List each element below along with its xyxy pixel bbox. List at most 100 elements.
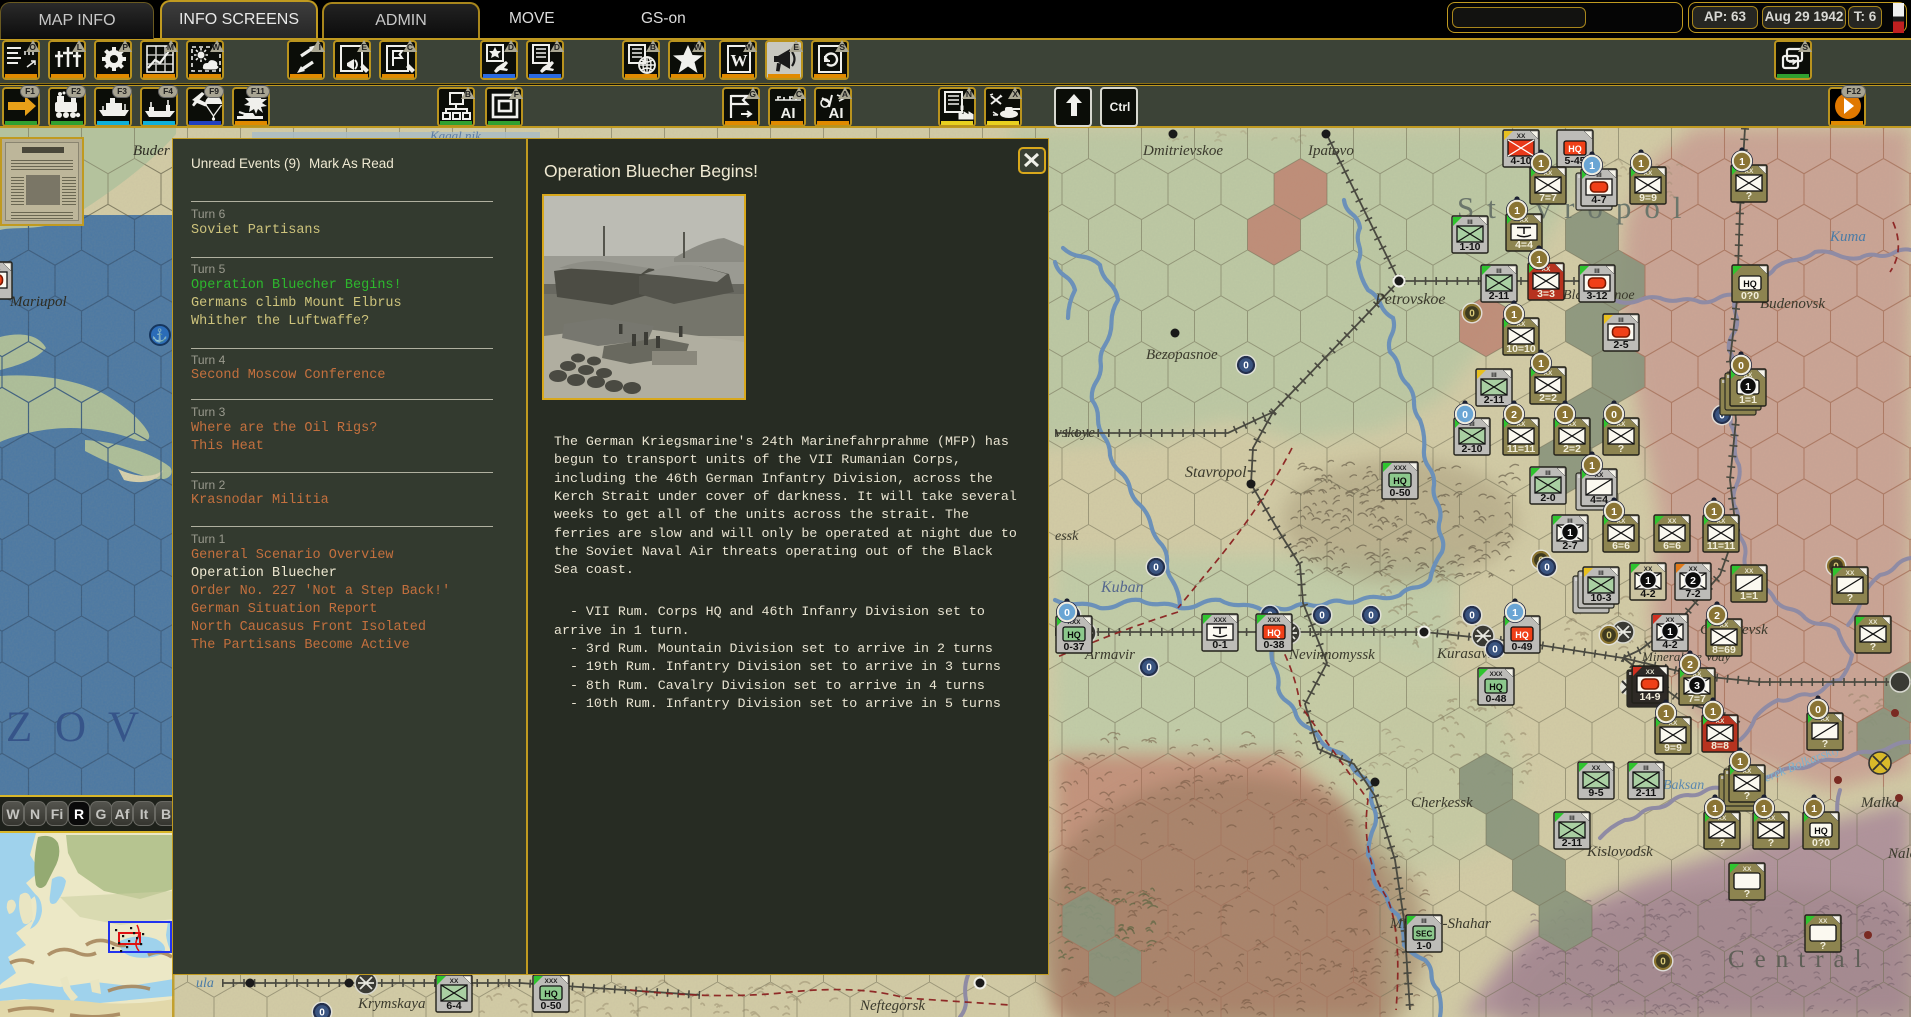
svg-text:0: 0 <box>1660 957 1666 968</box>
svg-text:Krymskaya: Krymskaya <box>357 996 426 1012</box>
svg-text:1-10: 1-10 <box>1459 241 1480 253</box>
svg-text:III: III <box>1643 765 1649 772</box>
svg-text:Neftegorsk: Neftegorsk <box>859 998 925 1014</box>
svg-text:essk: essk <box>1055 529 1079 544</box>
svg-text:III: III <box>1618 317 1624 324</box>
svg-text:0: 0 <box>1492 645 1498 656</box>
svg-text:0: 0 <box>1368 611 1374 622</box>
svg-text:XX: XX <box>1869 619 1878 626</box>
svg-text:1: 1 <box>1712 803 1718 815</box>
svg-text:0: 0 <box>1064 607 1070 619</box>
svg-text:4=4: 4=4 <box>1515 239 1533 251</box>
svg-text:SEC: SEC <box>1416 930 1433 939</box>
svg-text:III: III <box>1467 219 1473 226</box>
svg-text:6-4: 6-4 <box>446 1000 461 1012</box>
svg-text:1: 1 <box>1745 381 1751 393</box>
svg-text:2: 2 <box>1714 610 1720 622</box>
svg-text:Kislovodsk: Kislovodsk <box>1586 844 1653 860</box>
svg-text:1=1: 1=1 <box>1739 394 1757 406</box>
svg-text:0: 0 <box>1606 631 1612 642</box>
svg-text:HQ: HQ <box>1515 630 1529 640</box>
svg-text:4-2: 4-2 <box>1640 588 1655 600</box>
svg-text:11=11: 11=11 <box>1707 540 1735 552</box>
svg-text:HQ: HQ <box>1267 628 1281 638</box>
svg-text:HQ: HQ <box>1393 476 1407 486</box>
svg-text:8=69: 8=69 <box>1712 644 1736 656</box>
svg-text:?: ? <box>1820 940 1826 952</box>
svg-text:Petrovskoe: Petrovskoe <box>1374 291 1445 308</box>
svg-text:1: 1 <box>1761 803 1767 815</box>
svg-text:2: 2 <box>1511 409 1517 421</box>
svg-text:1: 1 <box>1711 506 1717 518</box>
svg-text:0: 0 <box>319 1008 325 1017</box>
svg-text:4-7: 4-7 <box>1591 194 1606 206</box>
svg-text:2-11: 2-11 <box>1562 837 1583 849</box>
svg-text:?: ? <box>1768 837 1774 849</box>
svg-text:3-12: 3-12 <box>1586 290 1607 302</box>
svg-text:HQ: HQ <box>1814 826 1828 836</box>
svg-text:XXX: XXX <box>544 978 558 985</box>
svg-text:XX: XX <box>1646 669 1655 676</box>
svg-text:1: 1 <box>1589 460 1595 472</box>
svg-text:0-1: 0-1 <box>1212 639 1227 651</box>
svg-text:Ipatovo: Ipatovo <box>1307 143 1354 159</box>
svg-text:XX: XX <box>1819 918 1828 925</box>
svg-text:2=2: 2=2 <box>1563 443 1581 455</box>
svg-text:0: 0 <box>1243 361 1249 372</box>
svg-text:HQ: HQ <box>1568 144 1582 154</box>
svg-text:vskoye: vskoye <box>1055 425 1095 441</box>
svg-text:2=2: 2=2 <box>1539 392 1557 404</box>
svg-text:HQ: HQ <box>1067 630 1081 640</box>
svg-text:1: 1 <box>1514 205 1520 217</box>
svg-text:4-10: 4-10 <box>1510 155 1531 167</box>
svg-text:2-11: 2-11 <box>1484 394 1505 406</box>
svg-text:XX: XX <box>1743 866 1752 873</box>
svg-text:Nevinnomyssk: Nevinnomyssk <box>1288 647 1375 663</box>
svg-text:0: 0 <box>1146 663 1152 674</box>
svg-text:III: III <box>1491 372 1497 379</box>
svg-text:3: 3 <box>1694 680 1700 692</box>
svg-text:XXX: XXX <box>1393 465 1407 472</box>
svg-text:Stavropol: Stavropol <box>1185 464 1247 481</box>
svg-text:8=8: 8=8 <box>1711 740 1729 752</box>
svg-text:AI: AI <box>781 105 796 122</box>
svg-text:Z O V: Z O V <box>6 704 145 751</box>
svg-text:2: 2 <box>1687 659 1693 671</box>
svg-text:1: 1 <box>1645 575 1651 587</box>
svg-text:4-2: 4-2 <box>1662 639 1677 651</box>
svg-text:2-7: 2-7 <box>1562 540 1577 552</box>
svg-text:2: 2 <box>1690 575 1696 587</box>
svg-text:?: ? <box>1744 790 1750 802</box>
svg-text:HQ: HQ <box>1489 682 1503 692</box>
svg-text:III: III <box>1594 268 1600 275</box>
svg-text:Kuma: Kuma <box>1829 229 1866 245</box>
svg-text:Budenovsk: Budenovsk <box>1760 296 1825 312</box>
svg-text:1: 1 <box>1511 309 1517 321</box>
svg-text:11=11: 11=11 <box>1507 443 1535 455</box>
svg-text:0-50: 0-50 <box>540 1000 561 1012</box>
svg-text:?: ? <box>1847 592 1853 604</box>
svg-text:1: 1 <box>1562 409 1568 421</box>
svg-text:10-3: 10-3 <box>1590 592 1611 604</box>
svg-text:0: 0 <box>1611 409 1617 421</box>
svg-text:III: III <box>1545 470 1551 477</box>
svg-text:Malka: Malka <box>1860 795 1899 811</box>
svg-text:2-0: 2-0 <box>1540 492 1555 504</box>
svg-text:0-37: 0-37 <box>1063 641 1084 653</box>
svg-text:?: ? <box>1719 837 1725 849</box>
svg-text:?: ? <box>1870 641 1876 653</box>
svg-text:1: 1 <box>1739 156 1745 168</box>
svg-text:Ctrl: Ctrl <box>1110 100 1131 114</box>
svg-text:0: 0 <box>1319 611 1325 622</box>
svg-text:1: 1 <box>1536 254 1542 266</box>
svg-text:XX: XX <box>1745 568 1754 575</box>
svg-text:1-0: 1-0 <box>1416 940 1431 952</box>
svg-text:XX: XX <box>1592 765 1601 772</box>
svg-text:Nalc: Nalc <box>1887 846 1911 862</box>
svg-text:1: 1 <box>1710 706 1716 718</box>
svg-text:III: III <box>1569 815 1575 822</box>
svg-text:3=3: 3=3 <box>1537 288 1555 300</box>
svg-text:2-10: 2-10 <box>1461 443 1482 455</box>
svg-text:Central: Central <box>1728 946 1872 973</box>
svg-text:XX: XX <box>1517 133 1526 140</box>
